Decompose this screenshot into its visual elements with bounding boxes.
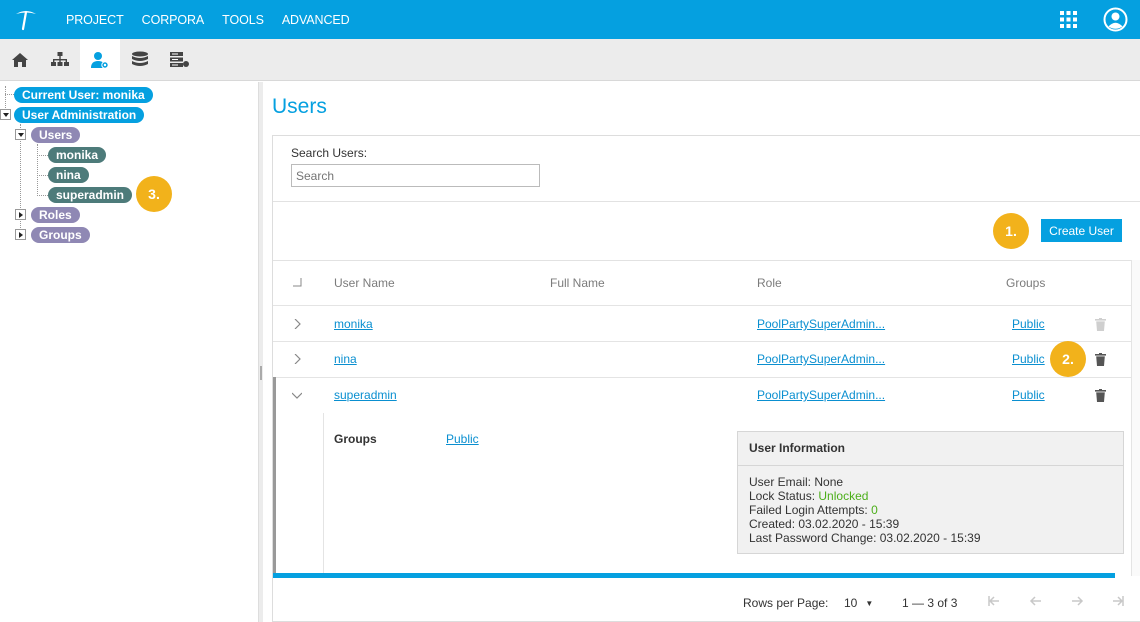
select-all-icon[interactable] <box>292 278 302 287</box>
role-link[interactable]: PoolPartySuperAdmin... <box>757 352 885 366</box>
server-icon <box>170 51 189 67</box>
divider <box>273 260 1140 261</box>
vertical-scrollbar[interactable] <box>1131 260 1140 576</box>
users-panel: Search Users: Create User User Name Full… <box>272 135 1140 622</box>
trash-icon[interactable] <box>1095 353 1106 366</box>
rows-per-page-select[interactable]: 10 ▼ <box>844 596 873 610</box>
row-divider <box>273 341 1133 342</box>
menu-corpora[interactable]: CORPORA <box>142 13 205 27</box>
tree-node-roles[interactable]: Roles <box>31 207 80 223</box>
user-name-link[interactable]: superadmin <box>334 388 397 402</box>
expanded-row-indicator <box>273 377 276 573</box>
column-header-groups[interactable]: Groups <box>1006 276 1045 290</box>
tree-node-current-user[interactable]: Current User: monika <box>14 87 153 103</box>
callout-badge-2: 2. <box>1050 341 1086 377</box>
navigation-tree: Current User: monika User Administration… <box>0 82 258 622</box>
tree-toggle-users[interactable] <box>15 129 26 140</box>
expanded-groups-link[interactable]: Public <box>446 432 479 446</box>
expanded-groups-label: Groups <box>334 432 377 446</box>
chevron-right-icon[interactable] <box>292 319 302 329</box>
user-account-icon[interactable] <box>1103 7 1128 32</box>
tree-toggle-user-admin[interactable] <box>0 109 11 120</box>
search-input[interactable] <box>291 164 540 187</box>
horizontal-scrollbar[interactable] <box>273 573 1115 578</box>
pickaxe-logo-icon[interactable] <box>14 7 38 31</box>
tree-toggle-roles[interactable] <box>15 209 26 220</box>
user-settings-icon <box>91 51 109 69</box>
tree-node-user-administration[interactable]: User Administration <box>14 107 145 123</box>
tree-node-user-nina[interactable]: nina <box>48 167 89 183</box>
caret-down-icon: ▼ <box>865 599 874 608</box>
home-icon <box>12 52 28 67</box>
column-header-full-name[interactable]: Full Name <box>550 276 605 290</box>
last-page-icon[interactable] <box>1111 594 1125 608</box>
callout-badge-3: 3. <box>136 176 172 212</box>
column-header-user-name[interactable]: User Name <box>334 276 395 290</box>
groups-link[interactable]: Public <box>1012 352 1045 366</box>
first-page-icon[interactable] <box>987 594 1001 608</box>
created-line: Created: 03.02.2020 - 15:39 <box>749 517 900 531</box>
main-menu: PROJECT CORPORA TOOLS ADVANCED <box>66 0 368 39</box>
role-link[interactable]: PoolPartySuperAdmin... <box>757 388 885 402</box>
splitter-grip-icon <box>260 366 262 380</box>
divider <box>273 201 1140 202</box>
lock-status-value: Unlocked <box>818 489 869 503</box>
previous-page-icon[interactable] <box>1029 594 1043 608</box>
pagination-range: 1 — 3 of 3 <box>902 596 958 610</box>
role-link[interactable]: PoolPartySuperAdmin... <box>757 317 885 331</box>
top-bar: PROJECT CORPORA TOOLS ADVANCED <box>0 0 1140 39</box>
database-icon <box>132 51 148 66</box>
tree-node-users[interactable]: Users <box>31 127 81 143</box>
hierarchy-button[interactable] <box>40 39 80 80</box>
search-label: Search Users: <box>291 146 368 160</box>
next-page-icon[interactable] <box>1070 594 1084 608</box>
expanded-divider <box>323 413 324 573</box>
chevron-right-icon[interactable] <box>292 354 302 364</box>
user-information-title: User Information <box>738 432 1123 466</box>
panel-splitter[interactable] <box>258 82 263 622</box>
tree-node-groups[interactable]: Groups <box>31 227 90 243</box>
failed-attempts-value: 0 <box>871 503 878 517</box>
trash-icon[interactable] <box>1095 389 1106 402</box>
tree-node-user-monika[interactable]: monika <box>48 147 107 163</box>
create-user-button[interactable]: Create User <box>1041 219 1122 242</box>
rows-per-page-label: Rows per Page: <box>743 596 829 610</box>
lock-status-line: Lock Status: Unlocked <box>749 489 869 503</box>
page-title: Users <box>272 95 327 118</box>
tree-toggle-groups[interactable] <box>15 229 26 240</box>
apps-grid-icon[interactable] <box>1060 11 1077 28</box>
user-information-box: User Information User Email: None Lock S… <box>737 431 1124 554</box>
server-button[interactable] <box>160 39 200 80</box>
menu-project[interactable]: PROJECT <box>66 13 124 27</box>
toolbar <box>0 39 1140 81</box>
hierarchy-icon <box>51 52 69 66</box>
groups-link[interactable]: Public <box>1012 388 1045 402</box>
user-name-link[interactable]: nina <box>334 352 357 366</box>
tree-node-user-superadmin[interactable]: superadmin <box>48 187 133 203</box>
trash-icon-disabled <box>1095 318 1106 331</box>
callout-badge-1: 1. <box>993 213 1029 249</box>
menu-tools[interactable]: TOOLS <box>222 13 264 27</box>
database-button[interactable] <box>120 39 160 80</box>
user-email-line: User Email: None <box>749 475 844 489</box>
column-header-role[interactable]: Role <box>757 276 782 290</box>
user-name-link[interactable]: monika <box>334 317 373 331</box>
password-change-line: Last Password Change: 03.02.2020 - 15:39 <box>749 531 981 545</box>
failed-attempts-line: Failed Login Attempts: 0 <box>749 503 878 517</box>
user-information-details: User Email: None Lock Status: Unlocked F… <box>738 466 1123 554</box>
chevron-down-icon[interactable] <box>292 390 302 400</box>
user-admin-button[interactable] <box>80 39 120 80</box>
menu-advanced[interactable]: ADVANCED <box>282 13 350 27</box>
groups-link[interactable]: Public <box>1012 317 1045 331</box>
row-divider <box>273 305 1133 306</box>
home-button[interactable] <box>0 39 40 80</box>
